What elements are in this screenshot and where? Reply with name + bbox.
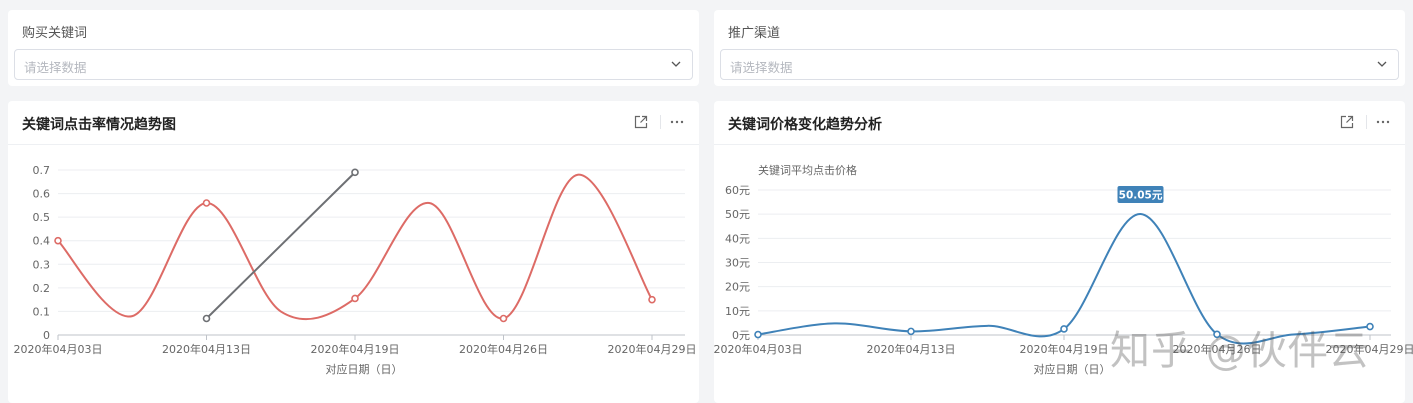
price-chart-title: 关键词价格变化趋势分析 — [728, 117, 882, 133]
keyword-select[interactable]: 请选择数据 — [14, 49, 693, 80]
price-chart-header: 关键词价格变化趋势分析 — [714, 101, 1405, 145]
price-y-tick-label: 50元 — [725, 208, 750, 221]
price-y-tick-label: 20元 — [725, 281, 750, 294]
ctr-y-tick-label: 0.4 — [33, 235, 51, 248]
ctr-data-point — [648, 295, 656, 304]
channel-select[interactable]: 请选择数据 — [720, 49, 1399, 80]
price-y-axis-label: 关键词平均点击价格 — [758, 163, 857, 177]
ctr-data-point — [351, 294, 359, 303]
price-y-tick-label: 40元 — [725, 232, 750, 245]
ctr-data-point — [202, 314, 211, 323]
price-x-axis-label: 对应日期（日） — [1034, 362, 1111, 376]
keyword-select-placeholder: 请选择数据 — [24, 60, 87, 75]
price-y-tick-label: 10元 — [725, 305, 750, 318]
ctr-x-tick-label: 2020年04月13日 — [162, 342, 251, 356]
ctr-chart-card: 关键词点击率情况趋势图 对应日期（日） 0 0.1 0.2 0.3 0.4 0.5 0.6 0… — [8, 101, 699, 403]
ctr-y-tick-label: 0.7 — [33, 164, 51, 177]
ctr-y-tick-label: 0.2 — [33, 282, 51, 295]
price-peak-label: 50.05元 — [1119, 190, 1163, 202]
chevron-down-icon — [1377, 61, 1387, 67]
ctr-series-line — [205, 171, 356, 320]
watermark: 知乎 @伙伴云 — [1110, 328, 1370, 374]
price-y-tick-label: 60元 — [725, 184, 750, 197]
header-divider — [1366, 115, 1367, 129]
price-x-tick-label: 2020年04月19日 — [1020, 342, 1109, 356]
channel-filter-card: 推广渠道 请选择数据 — [714, 10, 1405, 86]
keyword-filter-card: 购买关键词 请选择数据 — [8, 10, 699, 86]
header-divider — [660, 115, 661, 129]
ctr-data-point — [351, 168, 359, 177]
ctr-data-point — [202, 199, 211, 207]
ctr-data-point — [499, 314, 508, 323]
ctr-y-tick-label: 0.5 — [33, 211, 51, 224]
ctr-line-chart: 对应日期（日） 0 0.1 0.2 0.3 0.4 0.5 0.6 0.7 2020年04月03… — [14, 164, 697, 376]
open-external-icon[interactable] — [633, 114, 649, 130]
ctr-x-axis-label: 对应日期（日） — [326, 362, 403, 376]
channel-select-placeholder: 请选择数据 — [730, 60, 793, 75]
ctr-data-point — [54, 236, 62, 245]
ctr-x-tick-label: 2020年04月26日 — [459, 342, 548, 356]
ctr-x-tick-label: 2020年04月29日 — [608, 342, 697, 356]
ctr-y-tick-label: 0.3 — [33, 258, 51, 271]
more-icon[interactable] — [669, 114, 685, 130]
ctr-chart-header: 关键词点击率情况趋势图 — [8, 101, 699, 145]
ctr-x-tick-label: 2020年04月03日 — [14, 342, 103, 356]
price-data-point — [754, 330, 762, 339]
ctr-x-tick-label: 2020年04月19日 — [311, 342, 400, 356]
open-external-icon[interactable] — [1339, 114, 1355, 130]
ctr-y-tick-label: 0 — [43, 329, 50, 342]
ctr-y-tick-label: 0.6 — [33, 188, 51, 201]
more-icon[interactable] — [1375, 114, 1391, 130]
keyword-filter-label: 购买关键词 — [22, 26, 88, 41]
chevron-down-icon — [671, 61, 681, 67]
ctr-chart-title: 关键词点击率情况趋势图 — [22, 117, 176, 133]
channel-filter-label: 推广渠道 — [728, 26, 781, 41]
price-y-tick-label: 0元 — [732, 329, 750, 342]
price-data-point — [907, 327, 915, 336]
price-x-tick-label: 2020年04月13日 — [867, 342, 956, 356]
ctr-y-tick-label: 0.1 — [33, 305, 51, 318]
price-y-tick-label: 30元 — [725, 257, 750, 270]
price-x-tick-label: 2020年04月03日 — [714, 342, 803, 356]
price-data-point — [1060, 325, 1068, 333]
